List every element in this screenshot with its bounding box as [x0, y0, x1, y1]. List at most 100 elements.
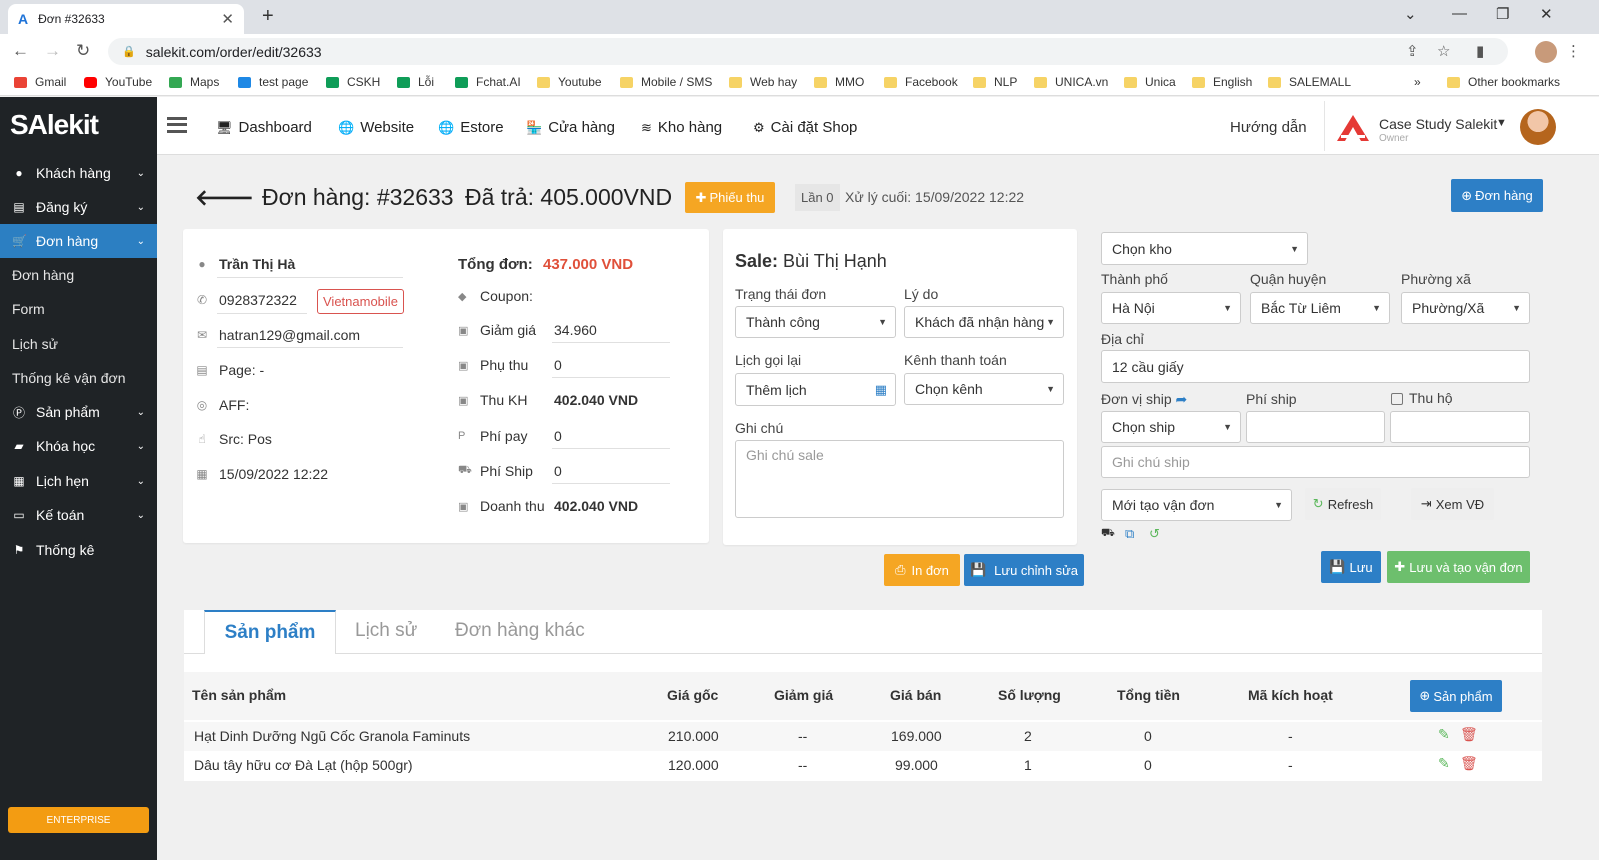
nav-dashboard[interactable]: 🖥 Dashboard [216, 119, 312, 136]
side-panel-icon[interactable]: ▮ [1476, 42, 1484, 60]
bookmark-youtube[interactable]: YouTube [84, 75, 152, 89]
bookmark-test-page[interactable]: test page [238, 75, 308, 89]
close-tab-icon[interactable]: ✕ [221, 10, 234, 28]
surcharge-value[interactable]: 0 [554, 357, 562, 373]
tab-history[interactable]: Lịch sử [355, 620, 417, 642]
reason-select[interactable]: Khách đã nhận hàng ▼ [904, 306, 1064, 338]
truck-icon[interactable]: ⛟ [1101, 527, 1115, 541]
new-order-button[interactable]: ⊕ Đơn hàng [1451, 179, 1543, 212]
bookmark-other[interactable]: Other bookmarks [1447, 75, 1560, 89]
history-icon[interactable]: ↺ [1149, 526, 1160, 542]
nav-warehouse[interactable]: ≋ Kho hàng [641, 119, 722, 136]
sidebar-subitem-history[interactable]: Lịch sử [0, 327, 157, 361]
sale-note-textarea[interactable]: Ghi chú sale [735, 440, 1064, 518]
bookmark-loi[interactable]: Lỗi [397, 75, 434, 89]
back-arrow-icon[interactable]: 🡐 [195, 185, 254, 211]
ship-fee-input[interactable] [1246, 411, 1385, 443]
sidebar-item-statistics[interactable]: ⚑ Thống kê [0, 533, 157, 567]
reload-icon[interactable]: ↻ [76, 41, 90, 61]
cod-input[interactable] [1390, 411, 1530, 443]
print-button[interactable]: ⎙ In đơn [884, 554, 960, 586]
save-button[interactable]: 💾 Lưu [1321, 551, 1381, 583]
avatar[interactable] [1520, 109, 1556, 145]
help-link[interactable]: Hướng dẫn [1230, 119, 1307, 136]
bookmark-mobile-sms[interactable]: Mobile / SMS [620, 75, 712, 89]
minimize-icon[interactable]: — [1452, 5, 1467, 22]
browser-profile-avatar[interactable] [1535, 41, 1557, 63]
add-product-button[interactable]: ⊕ Sản phẩm [1410, 680, 1502, 712]
share-icon[interactable]: ⇪ [1406, 42, 1419, 60]
sidebar-item-customers[interactable]: ● Khách hàng ⌄ [0, 156, 157, 190]
external-link-icon[interactable]: ➦ [1176, 391, 1188, 407]
bookmark-salemall[interactable]: SALEMALL [1268, 75, 1351, 89]
forward-icon[interactable]: → [44, 41, 61, 61]
tab-other-orders[interactable]: Đơn hàng khác [455, 620, 585, 642]
district-select[interactable]: Bắc Từ Liêm ▼ [1250, 292, 1390, 324]
bookmark-unica-vn[interactable]: UNICA.vn [1034, 75, 1108, 89]
new-tab-icon[interactable]: + [262, 5, 274, 28]
save-edit-button[interactable]: 💾 Lưu chỉnh sửa [964, 554, 1084, 586]
refresh-button[interactable]: ↻ Refresh [1305, 488, 1381, 520]
bookmark-fchat[interactable]: Fchat.AI [455, 75, 521, 89]
tab-search-icon[interactable]: ⌄ [1404, 5, 1417, 23]
hamburger-menu-icon[interactable] [167, 117, 187, 133]
sidebar-item-registrations[interactable]: ▤ Đăng ký ⌄ [0, 190, 157, 224]
tab-products[interactable]: Sản phẩm [204, 610, 336, 654]
bookmark-unica[interactable]: Unica [1124, 75, 1176, 89]
cod-checkbox[interactable] [1391, 393, 1403, 406]
calendar-icon[interactable]: ▦ [875, 382, 887, 398]
ship-note-input[interactable]: Ghi chú ship [1101, 446, 1530, 478]
edit-icon[interactable]: ✎ [1438, 726, 1450, 743]
city-select[interactable]: Hà Nội ▼ [1101, 292, 1241, 324]
sidebar-subitem-orders[interactable]: Đơn hàng [0, 258, 157, 292]
shipfee-value[interactable]: 0 [554, 463, 562, 479]
more-bookmarks-icon[interactable]: » [1414, 75, 1421, 89]
close-window-icon[interactable]: ✕ [1540, 5, 1553, 23]
bookmark-english[interactable]: English [1192, 75, 1252, 89]
caret-down-icon[interactable]: ▼ [1496, 117, 1507, 129]
sidebar-item-accounting[interactable]: ▭ Kế toán ⌄ [0, 498, 157, 532]
menu-icon[interactable]: ⋮ [1566, 42, 1581, 60]
bookmark-gmail[interactable]: Gmail [14, 75, 66, 89]
bookmark-nlp[interactable]: NLP [973, 75, 1017, 89]
copy-icon[interactable]: ⧉ [1125, 526, 1134, 542]
save-create-waybill-button[interactable]: ✚ Lưu và tạo vận đơn [1387, 551, 1530, 583]
bookmark-cskh[interactable]: CSKH [326, 75, 380, 89]
discount-value[interactable]: 34.960 [554, 322, 597, 338]
receipt-button[interactable]: ✚ Phiếu thu [685, 182, 775, 213]
warehouse-select[interactable]: Chọn kho ▼ [1101, 232, 1308, 265]
payment-select[interactable]: Chọn kênh ▼ [904, 373, 1064, 405]
waybill-status-select[interactable]: Mới tạo vận đơn ▼ [1101, 489, 1292, 521]
address-input[interactable]: 12 cầu giấy [1101, 350, 1530, 383]
sidebar-subitem-form[interactable]: Form [0, 292, 157, 326]
restore-icon[interactable]: ❐ [1496, 5, 1509, 23]
callback-input[interactable]: Thêm lịch ▦ [735, 373, 896, 406]
address-bar[interactable]: 🔒 salekit.com/order/edit/32633 [108, 38, 1508, 65]
edit-icon[interactable]: ✎ [1438, 755, 1450, 772]
nav-estore[interactable]: 🌐 Estore [438, 119, 504, 136]
bookmark-star-icon[interactable]: ☆ [1437, 42, 1450, 60]
nav-website[interactable]: 🌐 Website [338, 119, 414, 136]
sidebar-subitem-shipping-stats[interactable]: Thống kê vận đơn [0, 361, 157, 395]
sidebar-item-appointments[interactable]: ▦ Lịch hẹn ⌄ [0, 464, 157, 498]
bookmark-youtube-folder[interactable]: Youtube [537, 75, 602, 89]
status-select[interactable]: Thành công ▼ [735, 306, 896, 338]
salekit-logo[interactable]: SAlekit [10, 109, 99, 141]
bookmark-web-hay[interactable]: Web hay [729, 75, 797, 89]
sidebar-item-courses[interactable]: ▰ Khóa học ⌄ [0, 429, 157, 463]
back-icon[interactable]: ← [12, 41, 29, 61]
trash-icon[interactable]: 🗑 [1460, 755, 1478, 772]
account-name[interactable]: Case Study Salekit [1379, 116, 1497, 132]
sidebar-item-products[interactable]: Ⓟ Sản phẩm ⌄ [0, 395, 157, 429]
carrier-select[interactable]: Chọn ship ▼ [1101, 411, 1241, 443]
sidebar-item-orders[interactable]: 🛒 Đơn hàng ⌄ [0, 224, 157, 258]
trash-icon[interactable]: 🗑 [1460, 726, 1478, 743]
enterprise-badge[interactable]: ENTERPRISE [8, 807, 149, 833]
nav-store[interactable]: 🏪 Cửa hàng [526, 119, 615, 136]
nav-shop-settings[interactable]: ⚙ Cài đặt Shop [753, 119, 857, 136]
ward-select[interactable]: Phường/Xã ▼ [1401, 292, 1530, 324]
browser-tab[interactable]: A Đơn #32633 ✕ [8, 4, 244, 34]
bookmark-mmo[interactable]: MMO [814, 75, 864, 89]
payfee-value[interactable]: 0 [554, 428, 562, 444]
view-waybill-button[interactable]: ⇥ Xem VĐ [1411, 488, 1494, 520]
